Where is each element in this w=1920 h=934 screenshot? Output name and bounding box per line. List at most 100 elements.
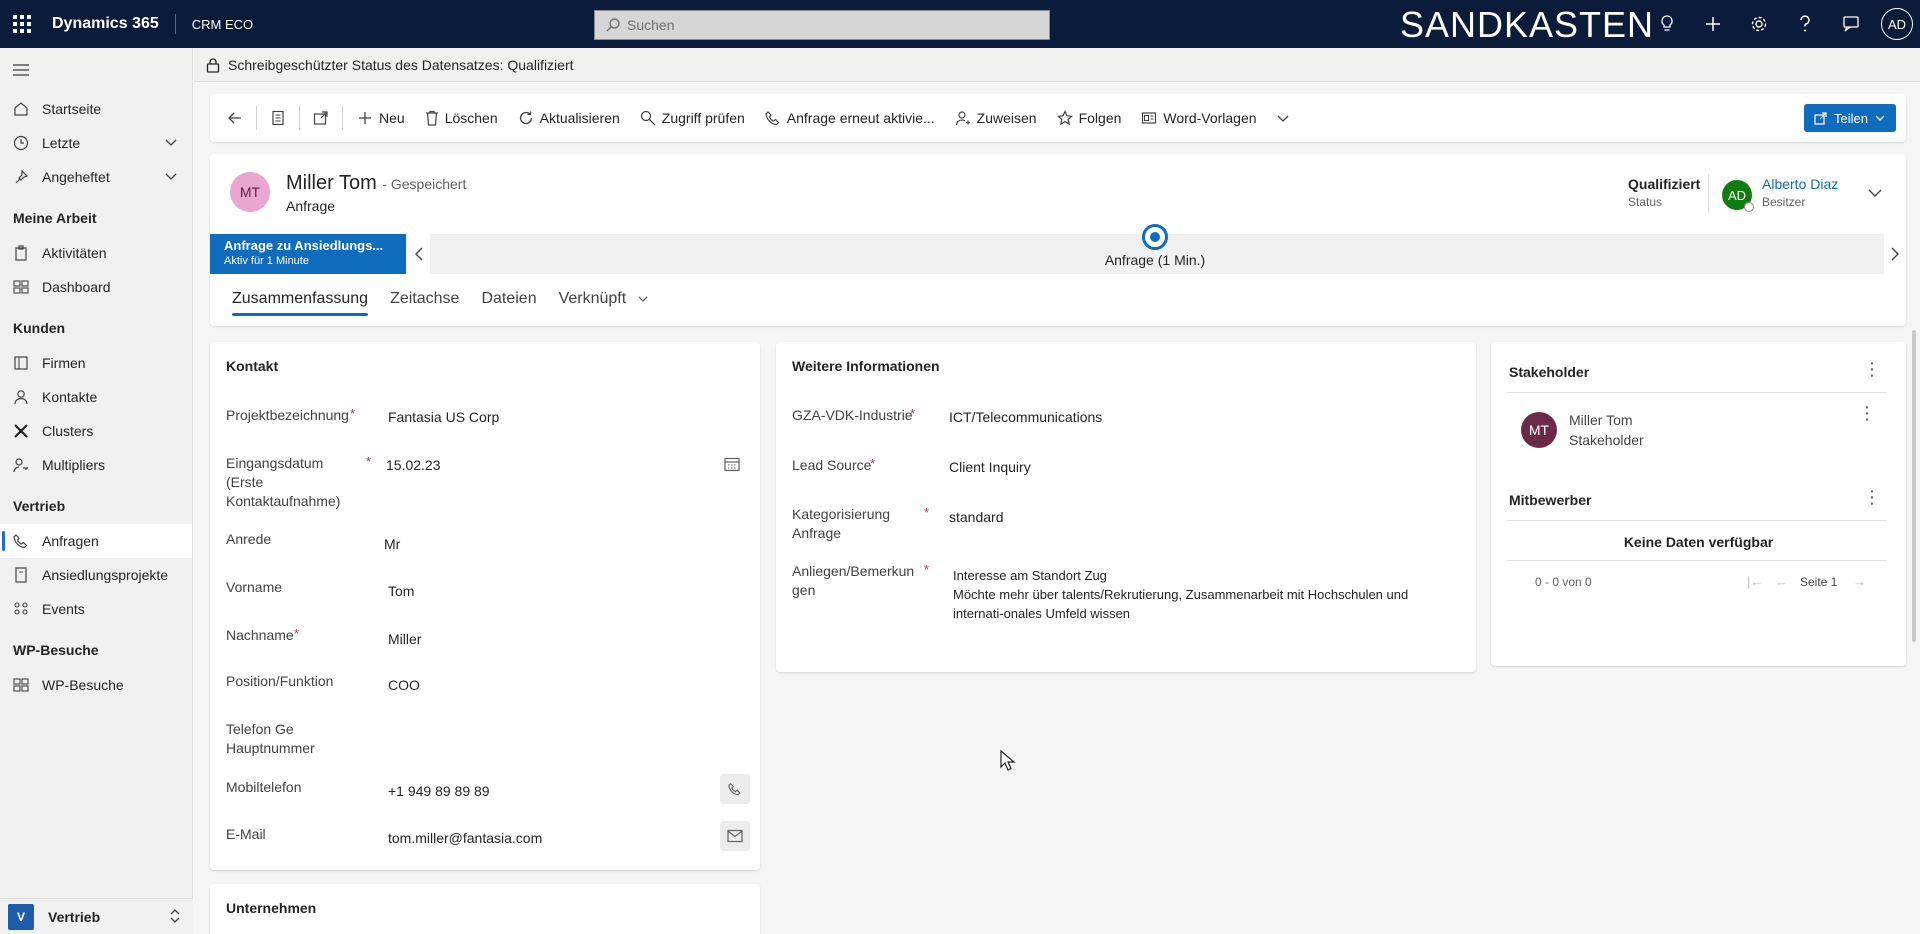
area-switcher[interactable]: V Vertrieb xyxy=(0,898,193,934)
field-value-multiline[interactable]: Interesse am Standort Zug Möchte mehr üb… xyxy=(953,566,1408,623)
sidebar-item-firmen[interactable]: Firmen xyxy=(0,346,192,380)
field-value[interactable]: Miller xyxy=(388,631,421,647)
follow-button[interactable]: Folgen xyxy=(1047,100,1132,136)
form-view-button[interactable] xyxy=(261,100,295,136)
field-value[interactable]: ICT/Telecommunications xyxy=(949,409,1102,425)
field-label: Kategorisierung Anfrage xyxy=(792,506,891,541)
settings-button[interactable] xyxy=(1736,0,1782,48)
tab-zusammenfassung[interactable]: Zusammenfassung xyxy=(232,282,378,322)
sidebar-item-aktivitaeten[interactable]: Aktivitäten xyxy=(0,236,192,270)
paging-count: 0 - 0 von 0 xyxy=(1535,575,1592,589)
refresh-button[interactable]: Aktualisieren xyxy=(508,100,630,136)
tab-dateien[interactable]: Dateien xyxy=(471,282,546,322)
field-nachname: Nachname * Miller xyxy=(226,626,746,656)
sidebar-item-dashboard[interactable]: Dashboard xyxy=(0,270,192,304)
lightbulb-button[interactable] xyxy=(1644,0,1690,48)
call-button[interactable] xyxy=(720,774,750,804)
new-item-button[interactable] xyxy=(1690,0,1736,48)
stakeholder-name[interactable]: Miller Tom xyxy=(1569,412,1633,428)
paging-prev-icon[interactable]: ← xyxy=(1775,574,1788,589)
feedback-button[interactable] xyxy=(1828,0,1874,48)
field-value-line: internati-onales Umfeld wissen xyxy=(953,606,1131,621)
bpf-stage-marker[interactable] xyxy=(1142,224,1168,250)
sidebar-item-startseite[interactable]: Startseite xyxy=(0,92,192,126)
app-launcher-button[interactable] xyxy=(0,0,44,48)
global-search-input[interactable]: Suchen xyxy=(594,10,1050,40)
calendar-icon[interactable] xyxy=(724,456,740,472)
paging-first-icon[interactable]: |← xyxy=(1747,574,1763,589)
app-module-name[interactable]: CRM ECO xyxy=(176,17,253,32)
field-label: Anrede xyxy=(226,531,272,547)
bpf-stage-label[interactable]: Anfrage (1 Min.) xyxy=(1090,252,1220,268)
word-templates-dropdown[interactable] xyxy=(1267,100,1299,136)
sidebar-item-label: Ansiedlungsprojekte xyxy=(42,567,169,583)
command-separator xyxy=(342,106,343,130)
send-email-button[interactable] xyxy=(720,821,750,851)
sidebar-item-multipliers[interactable]: Multipliers xyxy=(0,448,192,482)
page-scrollbar[interactable] xyxy=(1912,330,1916,642)
area-label: Vertrieb xyxy=(48,908,101,925)
field-value[interactable]: tom.miller@fantasia.com xyxy=(388,830,542,846)
search-icon xyxy=(606,18,620,32)
sidebar-item-ansiedlungsprojekte[interactable]: Ansiedlungsprojekte xyxy=(0,558,192,592)
field-value[interactable]: Tom xyxy=(388,583,414,599)
sitemap-toggle-button[interactable] xyxy=(0,48,192,92)
document-icon xyxy=(13,567,29,583)
app-name[interactable]: Dynamics 365 xyxy=(44,14,176,34)
top-navigation-bar: Dynamics 365 CRM ECO Suchen SANDKASTEN A… xyxy=(0,0,1920,48)
help-button[interactable] xyxy=(1782,0,1828,48)
reactivate-button[interactable]: Anfrage erneut aktivie... xyxy=(755,100,945,136)
chevron-down-icon[interactable] xyxy=(164,169,178,186)
chevron-down-icon[interactable] xyxy=(164,135,178,152)
bpf-next-button[interactable] xyxy=(1884,234,1906,274)
tab-zeitachse[interactable]: Zeitachse xyxy=(380,282,469,322)
bpf-process-title: Anfrage zu Ansiedlungs... xyxy=(224,238,384,253)
open-new-window-button[interactable] xyxy=(304,100,338,136)
back-button[interactable] xyxy=(218,100,252,136)
bpf-previous-button[interactable] xyxy=(408,234,430,274)
field-value[interactable]: 15.02.23 xyxy=(386,457,441,473)
assign-button[interactable]: Zuweisen xyxy=(945,100,1047,136)
tab-verknuepft[interactable]: Verknüpft xyxy=(549,282,659,322)
field-value[interactable]: Client Inquiry xyxy=(949,459,1031,475)
sidebar-item-wp-besuche[interactable]: WP-Besuche xyxy=(0,668,192,702)
more-options-icon[interactable]: ⋮ xyxy=(1863,488,1881,506)
delete-button[interactable]: Löschen xyxy=(415,100,508,136)
bpf-active-process[interactable]: Anfrage zu Ansiedlungs... Aktiv für 1 Mi… xyxy=(210,234,406,274)
paging-next-icon[interactable]: → xyxy=(1853,574,1866,589)
field-value[interactable]: Fantasia US Corp xyxy=(388,409,499,425)
status-label: Status xyxy=(1628,195,1663,209)
sidebar-item-angeheftet[interactable]: Angeheftet xyxy=(0,160,192,194)
sidebar-item-anfragen[interactable]: Anfragen xyxy=(0,524,192,558)
chevron-right-icon xyxy=(1891,247,1899,261)
section-title: Stakeholder xyxy=(1509,364,1590,380)
sidebar-item-label: Events xyxy=(42,601,85,617)
field-label: Position/Funktion xyxy=(226,673,334,689)
user-profile-button[interactable]: AD xyxy=(1874,0,1920,48)
header-expand-button[interactable] xyxy=(1866,184,1884,205)
area-badge: V xyxy=(8,903,34,930)
new-button[interactable]: Neu xyxy=(347,100,415,136)
sidebar-item-label: Startseite xyxy=(42,101,102,117)
sidebar-item-kontakte[interactable]: Kontakte xyxy=(0,380,192,414)
check-access-button[interactable]: Zugriff prüfen xyxy=(630,100,755,136)
word-templates-button[interactable]: Word-Vorlagen xyxy=(1131,100,1266,136)
sidebar-item-letzte[interactable]: Letzte xyxy=(0,126,192,160)
arrow-left-icon xyxy=(228,112,241,124)
phone-icon xyxy=(765,111,780,126)
share-button[interactable]: Teilen xyxy=(1804,104,1896,132)
field-value[interactable]: standard xyxy=(949,509,1003,525)
stakeholder-section: Stakeholder ⋮ MT Miller Tom Stakeholder … xyxy=(1491,342,1906,666)
more-options-icon[interactable]: ⋮ xyxy=(1858,404,1876,422)
required-indicator: * xyxy=(924,562,930,577)
command-bar: Neu Löschen Aktualisieren Zugriff prüfen… xyxy=(210,94,1906,142)
field-value[interactable]: +1 949 89 89 89 xyxy=(388,783,490,799)
chevron-left-icon xyxy=(415,247,423,261)
field-value[interactable]: Mr xyxy=(384,536,400,552)
more-options-icon[interactable]: ⋮ xyxy=(1863,360,1881,378)
field-value[interactable]: COO xyxy=(388,677,420,693)
field-anrede: Anrede Mr xyxy=(226,530,746,560)
sidebar-item-events[interactable]: Events xyxy=(0,592,192,626)
owner-name-link[interactable]: Alberto Diaz xyxy=(1762,176,1838,192)
sidebar-item-clusters[interactable]: Clusters xyxy=(0,414,192,448)
